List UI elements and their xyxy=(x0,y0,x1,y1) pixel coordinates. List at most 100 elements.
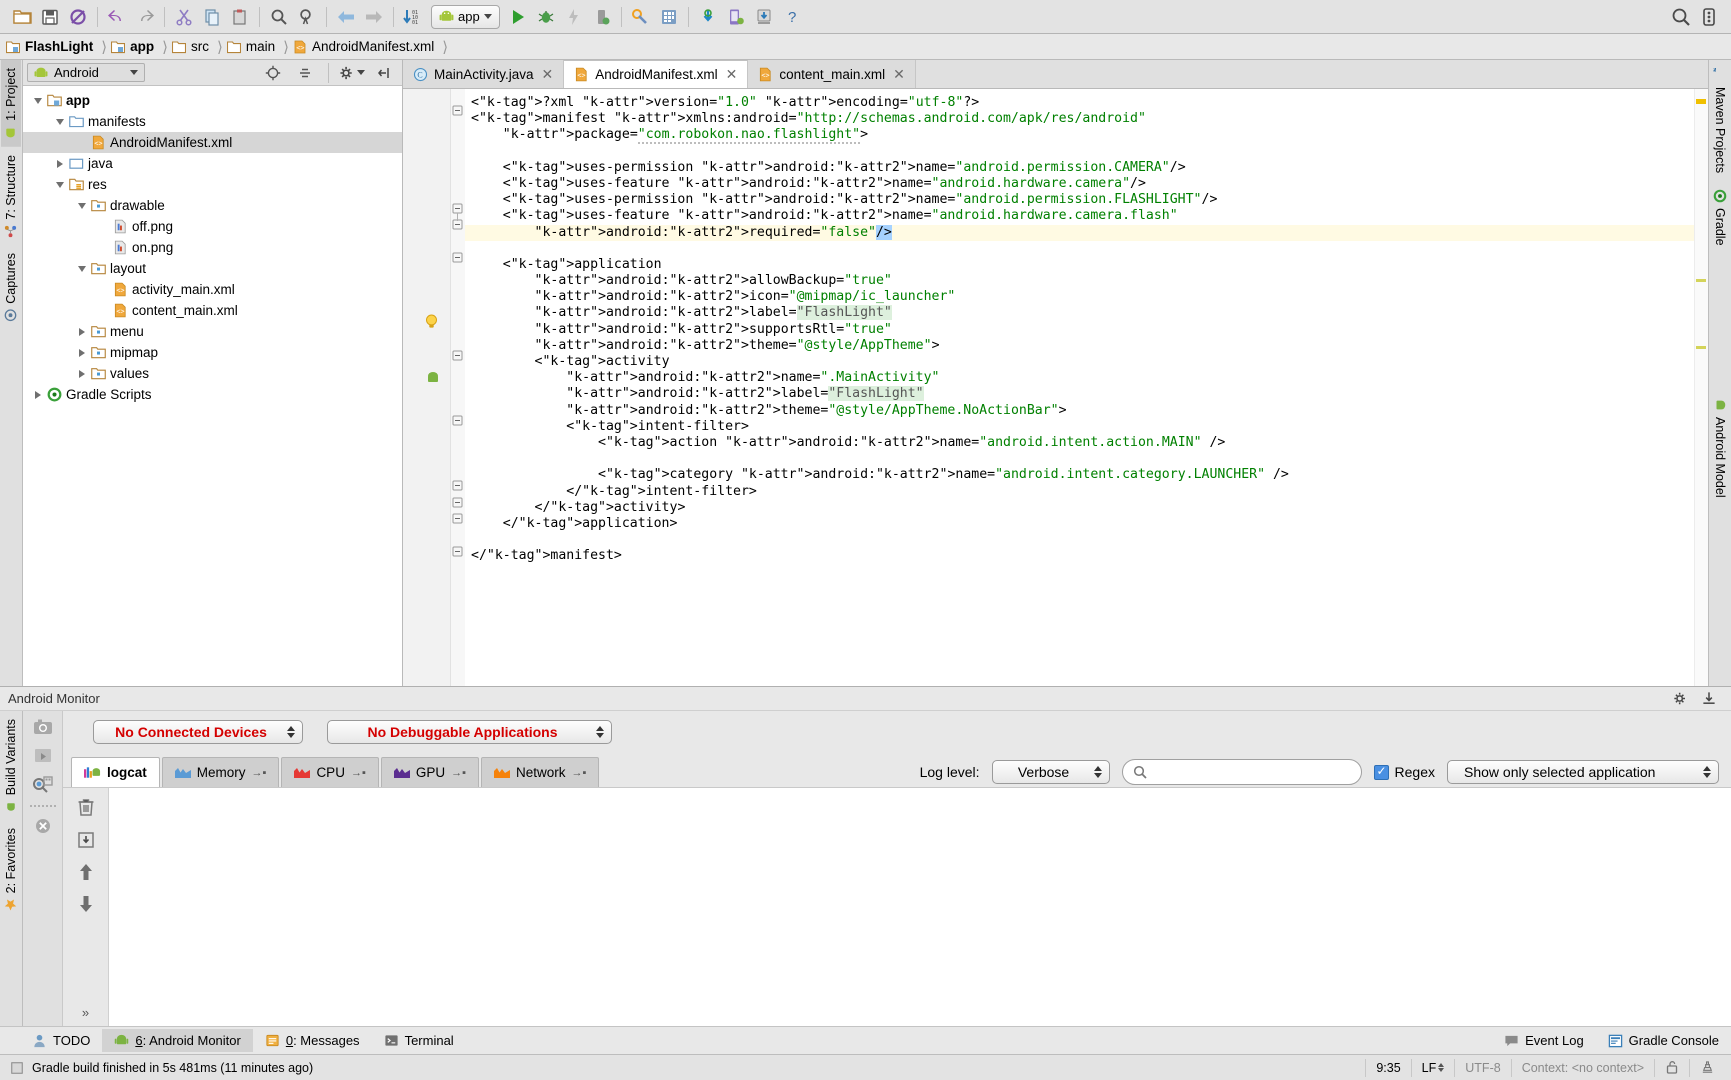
settings-icon[interactable] xyxy=(1695,4,1723,30)
tool-button-terminal[interactable]: Terminal xyxy=(372,1029,466,1052)
info-marker[interactable] xyxy=(1696,346,1706,349)
tree-item-off-png[interactable]: off.png xyxy=(23,216,402,237)
export-logcat-icon[interactable] xyxy=(77,831,95,849)
code-line[interactable]: <"k-tag">uses-feature "k-attr">android:"… xyxy=(465,208,1708,224)
tab-logcat[interactable]: logcat xyxy=(71,757,160,787)
hide-icon[interactable] xyxy=(370,60,398,86)
scroll-down-icon[interactable] xyxy=(78,895,94,913)
editor-tab-androidmanifest-xml[interactable]: <> AndroidManifest.xml ✕ xyxy=(564,60,749,88)
breadcrumb-item-app[interactable]: app xyxy=(111,39,158,54)
project-view-selector[interactable]: Android xyxy=(27,63,145,82)
back-icon[interactable] xyxy=(332,4,360,30)
breadcrumb-item-manifest[interactable]: <> AndroidManifest.xml xyxy=(293,39,438,54)
detach-icon[interactable]: →▪ xyxy=(351,767,366,779)
tree-item-manifests[interactable]: manifests xyxy=(23,111,402,132)
android-marker-icon[interactable] xyxy=(425,370,441,386)
screen-record-icon[interactable] xyxy=(33,747,53,765)
context-indicator[interactable]: Context: <no context> xyxy=(1510,1058,1654,1077)
copy-icon[interactable] xyxy=(198,4,226,30)
device-select[interactable]: No Connected Devices xyxy=(93,720,303,744)
sdk-manager-icon[interactable] xyxy=(627,4,655,30)
screenshot-icon[interactable] xyxy=(32,717,54,737)
regex-checkbox[interactable]: Regex xyxy=(1373,764,1435,780)
open-folder-icon[interactable] xyxy=(8,4,36,30)
code-line[interactable]: <"k-tag">uses-permission "k-attr">androi… xyxy=(465,160,1708,176)
editor-gutter[interactable] xyxy=(403,89,451,686)
warning-marker[interactable] xyxy=(1696,99,1706,104)
code-line[interactable] xyxy=(465,532,1708,548)
download-icon[interactable] xyxy=(1695,686,1723,712)
logcat-search-field[interactable] xyxy=(1152,763,1351,781)
code-line[interactable]: <"k-tag">uses-feature "k-attr">android:"… xyxy=(465,176,1708,192)
tree-expand-arrow-open-icon[interactable] xyxy=(29,97,47,104)
tree-expand-arrow-open-icon[interactable] xyxy=(51,181,69,188)
tree-expand-arrow-closed-icon[interactable] xyxy=(73,327,91,336)
tree-item-activity-main-xml[interactable]: <> activity_main.xml xyxy=(23,279,402,300)
detach-icon[interactable]: →▪ xyxy=(451,767,466,779)
detach-icon[interactable]: →▪ xyxy=(572,767,587,779)
tree-item-mipmap[interactable]: mipmap xyxy=(23,342,402,363)
search-everywhere-icon[interactable] xyxy=(1667,4,1695,30)
line-separator[interactable]: LF xyxy=(1410,1058,1455,1077)
tree-item-content-main-xml[interactable]: <> content_main.xml xyxy=(23,300,402,321)
layout-inspector-icon[interactable] xyxy=(32,775,54,795)
tool-button-event-log[interactable]: Event Log xyxy=(1492,1029,1596,1052)
tool-button-messages[interactable]: 0: Messages xyxy=(253,1029,372,1052)
intention-bulb-icon[interactable] xyxy=(423,313,439,329)
cut-icon[interactable] xyxy=(170,4,198,30)
sidebar-item-project[interactable]: 1: Project xyxy=(1,60,21,147)
code-line[interactable]: "k-attr">package="com.robokon.nao.flashl… xyxy=(465,127,1708,145)
tree-expand-arrow-closed-icon[interactable] xyxy=(73,348,91,357)
redo-icon[interactable] xyxy=(131,4,159,30)
tool-button-todo[interactable]: TODO xyxy=(20,1029,102,1052)
code-line[interactable]: "k-attr">android:"k-attr2">icon="@mipmap… xyxy=(465,289,1708,305)
save-all-icon[interactable] xyxy=(36,4,64,30)
gear-icon[interactable] xyxy=(338,60,366,86)
paste-icon[interactable] xyxy=(226,4,254,30)
sidebar-item-gradle[interactable]: Gradle xyxy=(1710,181,1730,254)
sync-gradle-icon[interactable] xyxy=(694,4,722,30)
collapse-all-icon[interactable] xyxy=(291,60,319,86)
log-level-select[interactable]: Verbose xyxy=(991,760,1110,784)
code-line[interactable]: </"k-tag">application> xyxy=(465,516,1708,532)
code-line[interactable]: <"k-tag">category "k-attr">android:"k-at… xyxy=(465,467,1708,483)
close-icon[interactable]: ✕ xyxy=(893,66,905,83)
tree-expand-arrow-closed-icon[interactable] xyxy=(29,390,47,399)
tree-item-gradle-scripts[interactable]: Gradle Scripts xyxy=(23,384,402,405)
code-line[interactable]: </"k-tag">activity> xyxy=(465,500,1708,516)
code-line[interactable] xyxy=(465,241,1708,257)
tree-item-androidmanifest-xml[interactable]: <> AndroidManifest.xml xyxy=(23,132,402,153)
run-icon[interactable] xyxy=(504,4,532,30)
project-tree[interactable]: app manifests <> AndroidManifest.xml java res… xyxy=(23,86,402,686)
tree-item-on-png[interactable]: on.png xyxy=(23,237,402,258)
code-line[interactable]: "k-attr">android:"k-attr2">required="fal… xyxy=(465,224,1708,241)
editor-tab-content-main-xml[interactable]: <> content_main.xml ✕ xyxy=(748,60,916,88)
help-icon[interactable]: ? xyxy=(778,4,806,30)
code-line[interactable]: "k-attr">android:"k-attr2">name=".MainAc… xyxy=(465,370,1708,386)
code-line[interactable]: "k-attr">android:"k-attr2">label="FlashL… xyxy=(465,305,1708,321)
lock-icon[interactable] xyxy=(1654,1058,1689,1077)
info-marker[interactable] xyxy=(1696,279,1706,282)
code-line[interactable]: <"k-tag">application xyxy=(465,257,1708,273)
code-line[interactable]: <"k-tag">manifest "k-attr">xmlns:android… xyxy=(465,111,1708,127)
download-icon[interactable] xyxy=(750,4,778,30)
tree-item-values[interactable]: values xyxy=(23,363,402,384)
tree-item-layout[interactable]: layout xyxy=(23,258,402,279)
scroll-up-icon[interactable] xyxy=(78,863,94,881)
clear-logcat-icon[interactable] xyxy=(77,798,95,817)
code-line[interactable] xyxy=(465,451,1708,467)
instant-run-icon[interactable] xyxy=(560,4,588,30)
code-line[interactable]: <"k-tag">?xml "k-attr">version="1.0" "k-… xyxy=(465,95,1708,111)
sidebar-item-structure[interactable]: 7: Structure xyxy=(1,147,21,246)
code-line[interactable]: <"k-tag">intent-filter> xyxy=(465,419,1708,435)
code-line[interactable]: "k-attr">android:"k-attr2">supportsRtl="… xyxy=(465,322,1708,338)
device-manager-icon[interactable] xyxy=(722,4,750,30)
tool-button-android-monitor[interactable]: 6: Android Monitor xyxy=(102,1029,253,1052)
logcat-search-input[interactable] xyxy=(1121,759,1362,785)
code-line[interactable]: "k-attr">android:"k-attr2">theme="@style… xyxy=(465,338,1708,354)
editor-tab-mainactivity-java[interactable]: C MainActivity.java ✕ xyxy=(403,60,565,88)
code-line[interactable]: "k-attr">android:"k-attr2">allowBackup="… xyxy=(465,273,1708,289)
tab-gpu[interactable]: GPU →▪ xyxy=(380,757,480,787)
editor-marker-bar[interactable] xyxy=(1694,89,1708,686)
run-configuration-selector[interactable]: app xyxy=(431,4,500,29)
